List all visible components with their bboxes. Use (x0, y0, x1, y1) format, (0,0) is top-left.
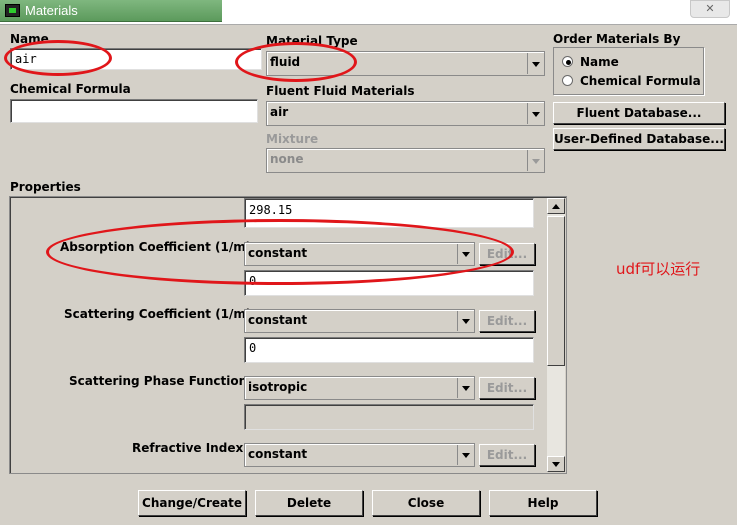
mixture-select: none (266, 148, 545, 173)
absorption-coefficient-edit-button: Edit... (479, 243, 535, 265)
scrollbar-thumb[interactable] (547, 216, 565, 366)
scattering-phase-function-method: isotropic (248, 380, 308, 394)
scattering-phase-function-label: Scattering Phase Function (69, 374, 248, 388)
fluent-fluid-materials-label: Fluent Fluid Materials (266, 84, 415, 98)
fluent-fluid-materials-select[interactable]: air (266, 101, 545, 126)
app-icon (5, 4, 20, 17)
chevron-down-icon[interactable] (457, 445, 473, 465)
scattering-coefficient-method-select[interactable]: constant (244, 309, 475, 333)
material-type-label: Material Type (266, 34, 358, 48)
scroll-down-icon[interactable] (547, 456, 565, 472)
change-create-button[interactable]: Change/Create (138, 490, 246, 516)
user-defined-database-button[interactable]: User-Defined Database... (553, 128, 725, 150)
scattering-phase-function-edit-button: Edit... (479, 377, 535, 399)
chemical-formula-label: Chemical Formula (10, 82, 131, 96)
title-bar: Materials ✕ (0, 0, 737, 24)
scattering-phase-function-method-select[interactable]: isotropic (244, 376, 475, 400)
refractive-index-label: Refractive Index (132, 441, 244, 455)
scattering-phase-function-value (244, 404, 534, 430)
material-type-value: fluid (270, 55, 301, 69)
chevron-down-icon[interactable] (527, 103, 543, 124)
material-type-select[interactable]: fluid (266, 51, 545, 76)
scattering-coefficient-label: Scattering Coefficient (1/m) (64, 307, 252, 321)
refractive-index-method-select[interactable]: constant (244, 443, 475, 467)
name-label: Name (10, 32, 49, 46)
order-by-name-label[interactable]: Name (580, 55, 619, 69)
property-value-partial[interactable]: 298.15 (244, 198, 534, 228)
chevron-down-icon[interactable] (457, 244, 473, 264)
property-value-partial-text: 298.15 (249, 203, 293, 217)
delete-button[interactable]: Delete (255, 490, 363, 516)
fluent-fluid-materials-value: air (270, 105, 289, 119)
chevron-down-icon[interactable] (527, 53, 543, 74)
properties-scrollbar[interactable] (547, 198, 565, 472)
order-by-chemical-formula-label[interactable]: Chemical Formula (580, 74, 701, 88)
mixture-value: none (270, 152, 304, 166)
mixture-label: Mixture (266, 132, 319, 146)
order-by-name-radio[interactable] (562, 56, 573, 67)
window-title: Materials (25, 3, 78, 18)
scattering-coefficient-value[interactable]: 0 (244, 337, 534, 363)
scroll-up-icon[interactable] (547, 198, 565, 214)
scattering-coefficient-edit-button: Edit... (479, 310, 535, 332)
absorption-coefficient-value[interactable]: 0 (244, 270, 534, 296)
absorption-coefficient-method-select[interactable]: constant (244, 242, 475, 266)
close-window-button[interactable]: ✕ (690, 0, 730, 18)
properties-panel (9, 196, 567, 474)
refractive-index-method: constant (248, 447, 308, 461)
order-by-chemical-formula-radio[interactable] (562, 75, 573, 86)
name-field[interactable]: air (10, 48, 262, 70)
scattering-coefficient-method: constant (248, 313, 308, 327)
absorption-coefficient-method: constant (248, 246, 308, 260)
properties-label: Properties (10, 180, 81, 194)
chevron-down-icon[interactable] (457, 378, 473, 398)
help-button[interactable]: Help (489, 490, 597, 516)
close-button[interactable]: Close (372, 490, 480, 516)
order-materials-by-label: Order Materials By (553, 32, 681, 46)
chevron-down-icon (527, 150, 543, 171)
fluent-database-button[interactable]: Fluent Database... (553, 102, 725, 124)
absorption-coefficient-label: Absorption Coefficient (1/m) (60, 240, 252, 254)
annotation-text: udf可以运行 (616, 260, 701, 278)
chevron-down-icon[interactable] (457, 311, 473, 331)
refractive-index-edit-button: Edit... (479, 444, 535, 466)
chemical-formula-field[interactable] (10, 99, 258, 123)
